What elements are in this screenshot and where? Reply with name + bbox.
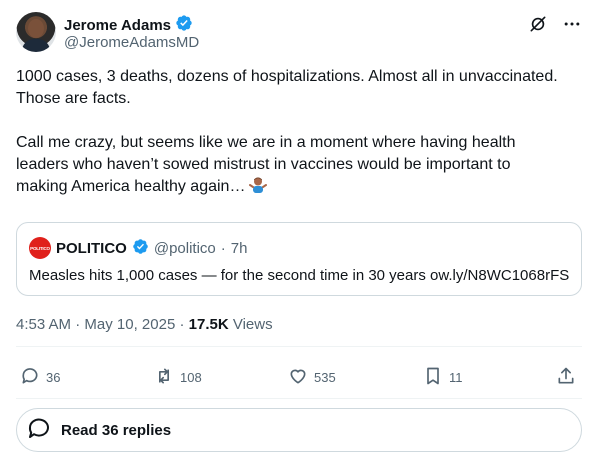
quoted-author-name: POLITICO (56, 239, 127, 257)
quoted-author-handle: @politico (153, 239, 216, 257)
tweet-time[interactable]: 4:53 AM (16, 316, 71, 333)
read-replies-button[interactable]: Read 36 replies (16, 408, 582, 452)
divider (16, 346, 582, 347)
politico-logo: POLITICO (29, 237, 51, 259)
repost-icon (154, 366, 174, 389)
divider (16, 398, 582, 399)
person-shrugging-emoji-icon (249, 176, 268, 194)
meta-separator: · (75, 316, 81, 333)
bookmark-count: 11 (449, 370, 463, 385)
speech-bubble-icon (27, 416, 51, 445)
tweet-line: Those are facts. (16, 90, 131, 107)
avatar[interactable] (16, 12, 56, 52)
reply-icon (20, 366, 40, 389)
quoted-tweet-text: Measles hits 1,000 cases — for the secon… (29, 267, 570, 284)
reply-count: 36 (46, 370, 61, 385)
quoted-tweet-header: POLITICO POLITICO @politico · 7h (29, 237, 247, 259)
like-count: 535 (314, 370, 336, 385)
grok-icon[interactable] (528, 14, 548, 34)
tweet-line-text: making America healthy again… (16, 178, 246, 195)
tweet-date[interactable]: May 10, 2025 (84, 316, 175, 333)
quoted-separator: · (220, 239, 226, 257)
meta-separator: · (179, 316, 185, 333)
bookmark-button[interactable]: 11 (423, 366, 463, 389)
quoted-tweet[interactable]: POLITICO POLITICO @politico · 7h Measles… (16, 222, 582, 296)
reply-button[interactable]: 36 (20, 366, 60, 389)
author-handle[interactable]: @JeromeAdamsMD (64, 34, 199, 51)
quoted-timestamp: 7h (230, 239, 248, 257)
read-replies-label: Read 36 replies (61, 421, 172, 439)
tweet-line: 1000 cases, 3 deaths, dozens of hospital… (16, 68, 558, 85)
like-button[interactable]: 535 (288, 366, 336, 389)
share-button[interactable] (556, 366, 576, 389)
author-display-name[interactable]: Jerome Adams (64, 17, 171, 34)
repost-button[interactable]: 108 (154, 366, 202, 389)
bookmark-icon (423, 366, 443, 389)
heart-icon (288, 366, 308, 389)
views-count: 17.5K (188, 316, 229, 333)
more-options-icon[interactable] (562, 14, 582, 34)
tweet-text: 1000 cases, 3 deaths, dozens of hospital… (16, 66, 586, 198)
tweet-meta: 4:53 AM · May 10, 2025 · 17.5K Views (16, 316, 273, 333)
tweet-line: making America healthy again… (16, 176, 586, 198)
tweet-line: leaders who haven’t sowed mistrust in va… (16, 156, 511, 173)
gold-verified-badge-icon (132, 238, 149, 259)
views-label: Views (232, 316, 273, 333)
action-bar: 36 108 535 11 (16, 366, 582, 388)
tweet-header: Jerome Adams @JeromeAdamsMD (16, 12, 582, 56)
share-icon (556, 366, 576, 389)
repost-count: 108 (180, 370, 202, 385)
tweet-line: Call me crazy, but seems like we are in … (16, 134, 516, 151)
